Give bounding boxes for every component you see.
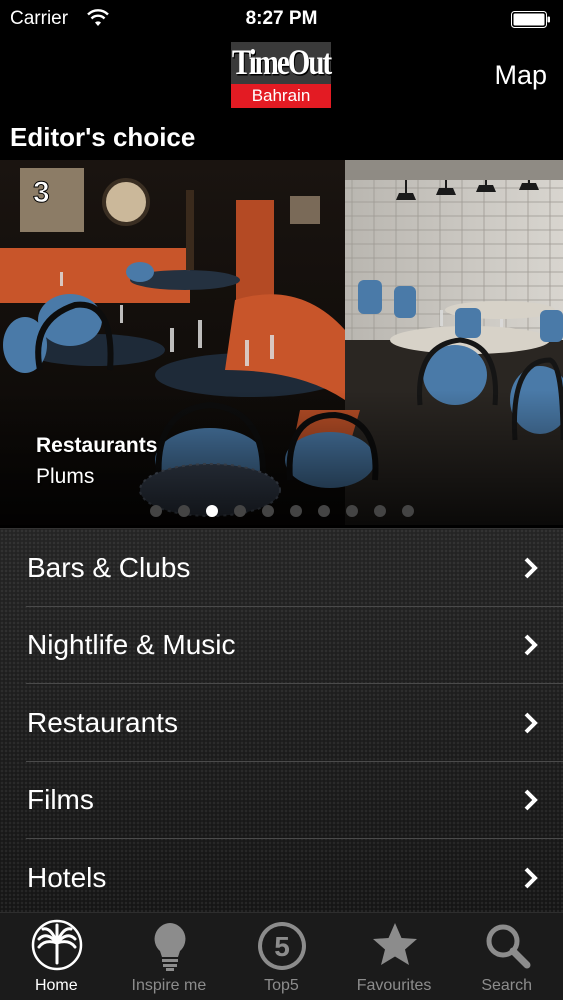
tab-label: Search	[481, 977, 533, 994]
page-dot[interactable]	[345, 505, 358, 517]
category-label: Restaurants	[27, 706, 178, 738]
logo-wordmark: TimeOut	[231, 42, 332, 83]
timeout-bahrain-logo: TimeOut Bahrain	[231, 42, 332, 108]
page-dot[interactable]	[233, 505, 246, 517]
tab-search[interactable]: Search	[450, 913, 563, 1000]
tab-inspire-me[interactable]: Inspire me	[113, 913, 226, 1000]
category-row[interactable]: Hotels	[0, 839, 563, 917]
tab-label: Home	[34, 977, 78, 994]
category-row[interactable]: Films	[0, 762, 563, 840]
category-label: Films	[27, 784, 94, 816]
tab-label: Inspire me	[131, 977, 207, 994]
category-label: Bars & Clubs	[27, 551, 191, 583]
page-dot[interactable]	[289, 505, 302, 517]
tab-top5[interactable]: 5 Top5	[225, 913, 338, 1000]
tab-home[interactable]: Home	[0, 913, 113, 1000]
chevron-right-icon	[524, 712, 538, 734]
tab-favourites[interactable]: Favourites	[338, 913, 451, 1000]
chevron-right-icon	[524, 634, 538, 656]
page-dot[interactable]	[261, 505, 274, 517]
tab-label: Top5	[264, 977, 299, 994]
section-title: Editor's choice	[10, 122, 196, 152]
svg-text:5: 5	[274, 931, 290, 962]
category-list: Bars & Clubs Nightlife & Music Restaurants…	[0, 528, 563, 912]
page-dot[interactable]	[373, 505, 386, 517]
page-dot[interactable]	[317, 505, 330, 517]
slide-venue-name: Plums	[36, 465, 95, 488]
page-dot[interactable]	[401, 505, 414, 517]
tab-label: Favourites	[356, 977, 432, 994]
category-row[interactable]: Restaurants	[0, 684, 563, 762]
page-dot[interactable]	[205, 505, 218, 517]
search-icon	[486, 924, 531, 969]
status-bar: Carrier 8:27 PM	[0, 0, 563, 38]
category-row[interactable]: Nightlife & Music	[0, 607, 563, 685]
category-row[interactable]: Bars & Clubs	[0, 529, 563, 607]
page-dot[interactable]	[149, 505, 162, 517]
category-label: Nightlife & Music	[27, 629, 236, 661]
palm-tree-icon	[31, 919, 83, 971]
carousel-badge: 3	[33, 176, 50, 209]
battery-icon	[511, 11, 550, 28]
page-indicator[interactable]	[0, 505, 563, 517]
slide-category: Restaurants	[36, 434, 158, 457]
chevron-right-icon	[524, 557, 538, 579]
chevron-right-icon	[524, 867, 538, 889]
editors-choice-carousel[interactable]: 3 Restaurants Plums	[0, 160, 563, 525]
star-icon	[372, 923, 417, 965]
top5-badge-icon: 5	[258, 922, 307, 970]
logo-city: Bahrain	[231, 84, 331, 108]
status-time: 8:27 PM	[245, 8, 318, 29]
lightbulb-icon	[154, 923, 186, 971]
page-dot[interactable]	[177, 505, 190, 517]
map-button[interactable]: Map	[494, 60, 547, 91]
category-label: Hotels	[27, 861, 107, 893]
tab-bar: Home Inspire me 5 Top5 Favourites Search	[0, 912, 563, 1000]
chevron-right-icon	[524, 789, 538, 811]
